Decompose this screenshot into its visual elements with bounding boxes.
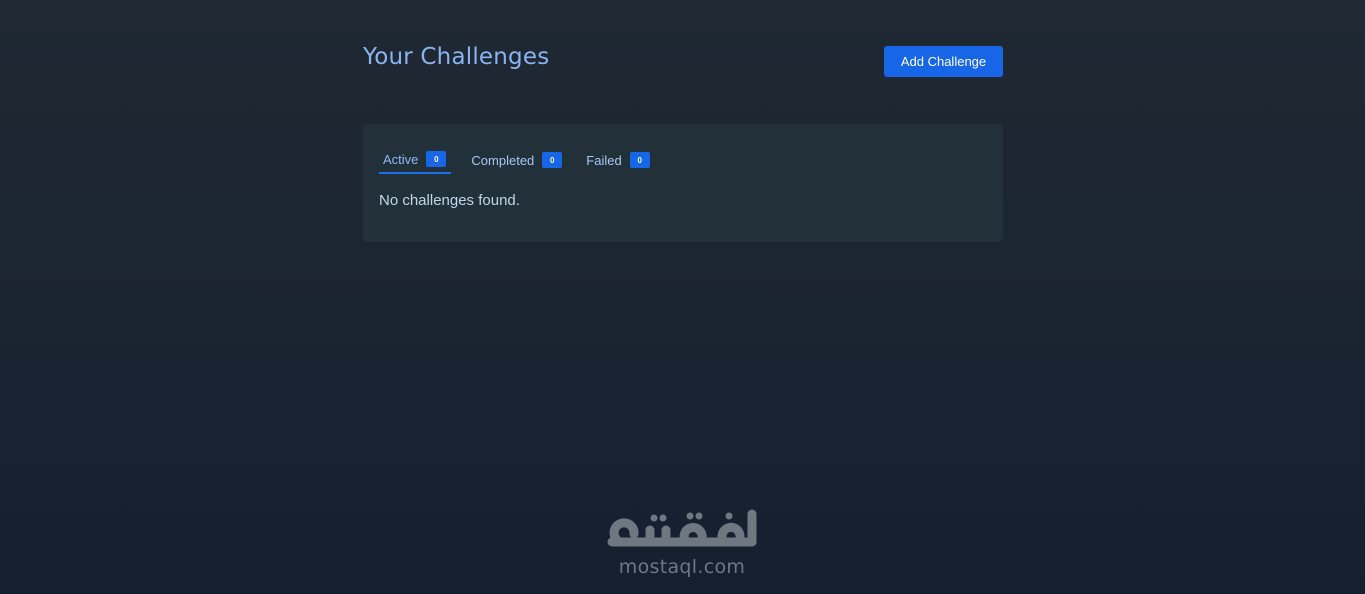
tab-count-badge: 0	[426, 151, 447, 167]
add-challenge-button[interactable]: Add Challenge	[884, 46, 1003, 77]
tab-completed[interactable]: Completed 0	[467, 146, 566, 174]
tab-count-badge: 0	[542, 152, 563, 168]
tab-failed[interactable]: Failed 0	[582, 146, 653, 174]
challenge-tabs: Active 0 Completed 0 Failed 0	[379, 146, 670, 174]
page-header: Your Challenges Add Challenge	[363, 0, 1003, 124]
empty-state-message: No challenges found.	[379, 192, 520, 209]
tab-count-badge: 0	[629, 152, 650, 168]
tab-label: Active	[383, 151, 419, 167]
mostaql-logo-icon	[607, 509, 757, 547]
challenges-card: Active 0 Completed 0 Failed 0 No challen…	[363, 124, 1003, 242]
challenges-page: Your Challenges Add Challenge Active 0 C…	[363, 0, 1003, 242]
page-title: Your Challenges	[363, 44, 550, 70]
tab-label: Failed	[586, 152, 622, 168]
tab-active[interactable]: Active 0	[379, 146, 452, 174]
watermark-text: mostaql.com	[618, 556, 746, 578]
mostaql-watermark: mostaql.com	[600, 506, 764, 586]
tab-label: Completed	[471, 152, 535, 168]
